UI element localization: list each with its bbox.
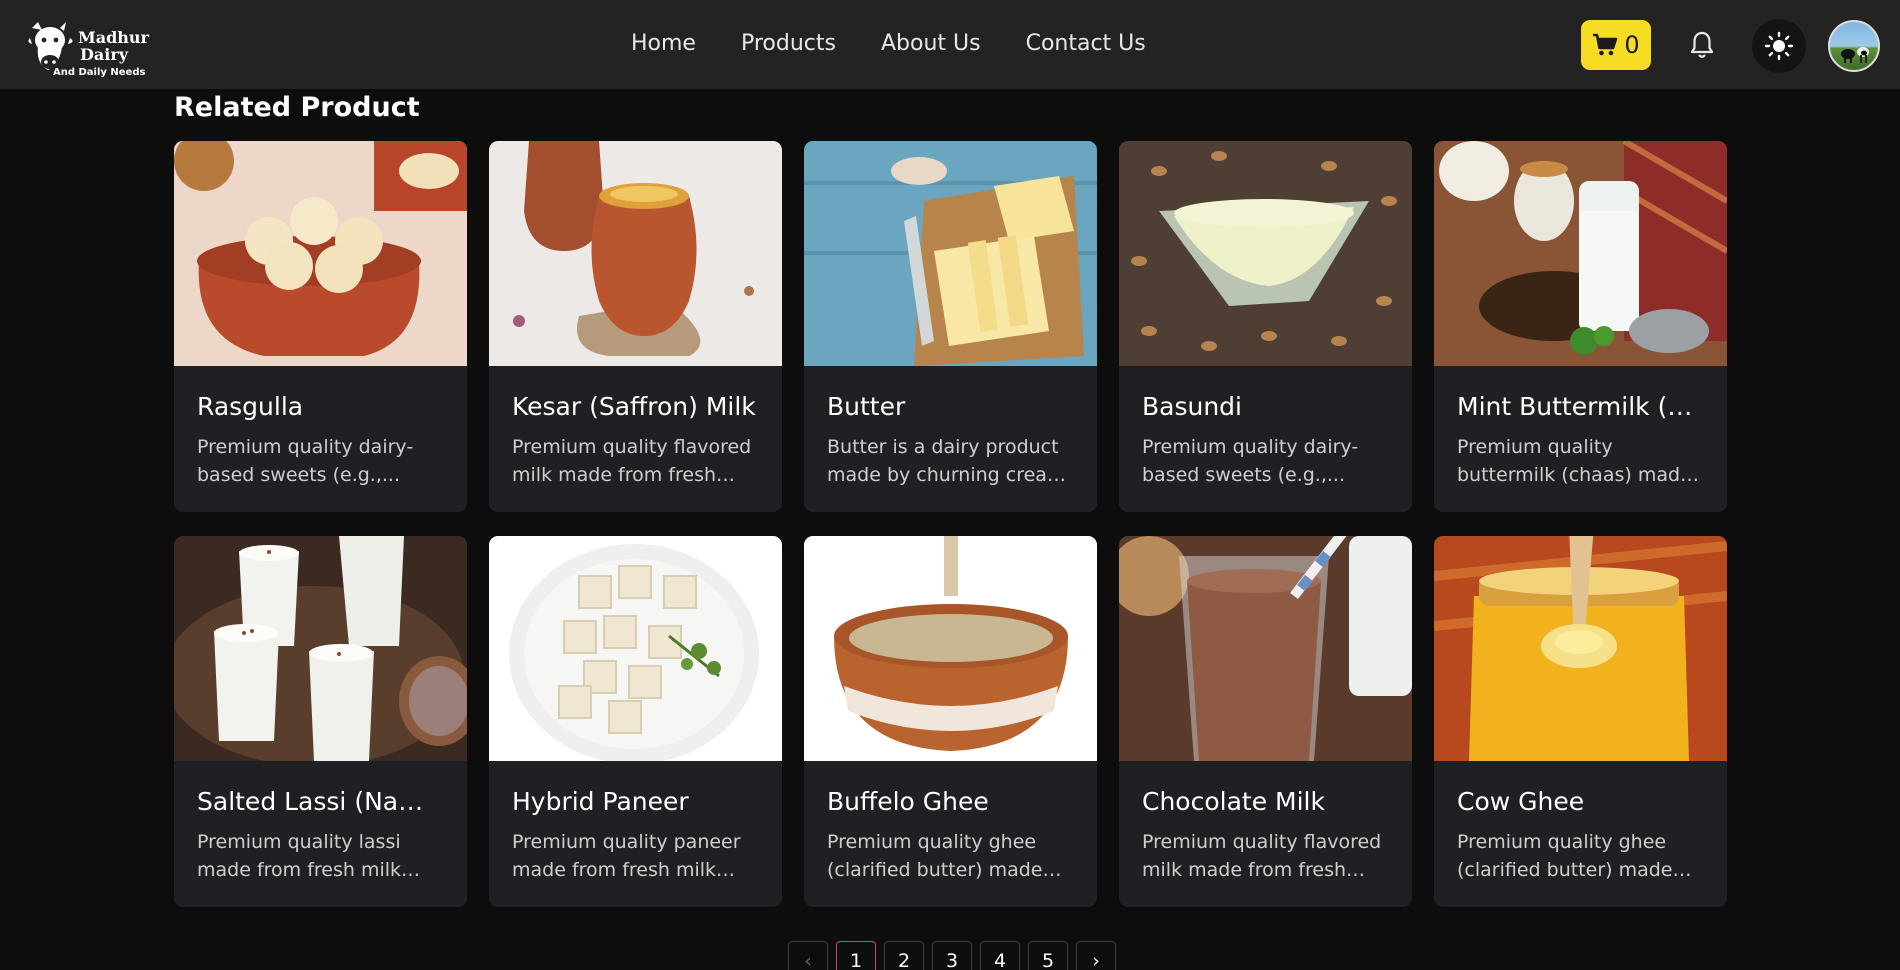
nav-about-us[interactable]: About Us — [881, 30, 981, 58]
brand-tagline: And Daily Needs — [53, 67, 146, 78]
nav-home[interactable]: Home — [631, 30, 696, 58]
product-title: Chocolate Milk — [1142, 787, 1325, 816]
product-card-buffelo-ghee[interactable]: Buffelo Ghee Premium quality ghee (clari… — [804, 536, 1097, 907]
product-title: Butter — [827, 392, 906, 421]
product-description: Premium quality flavored milk made from … — [1142, 831, 1382, 881]
avatar-image — [1841, 47, 1869, 63]
product-description: Premium quality dairy-based sweets (e.g.… — [197, 436, 414, 486]
product-title: Basundi — [1142, 392, 1242, 421]
product-description: Premium quality paneer made from fresh m… — [512, 831, 741, 881]
product-title: Kesar (Saffron) Milk — [512, 392, 756, 421]
nav-contact-us[interactable]: Contact Us — [1026, 30, 1146, 58]
product-card-basundi[interactable]: Basundi Premium quality dairy-based swee… — [1119, 141, 1412, 512]
product-card-salted-lassi[interactable]: Salted Lassi (Namk... Premium quality la… — [174, 536, 467, 907]
product-card-cow-ghee[interactable]: Cow Ghee Premium quality ghee (clarified… — [1434, 536, 1727, 907]
pagination-page-4[interactable]: 4 — [980, 941, 1020, 970]
pagination: ‹ 1 2 3 4 5 › — [788, 941, 1116, 970]
product-card-hybrid-paneer[interactable]: Hybrid Paneer Premium quality paneer mad… — [489, 536, 782, 907]
product-title: Hybrid Paneer — [512, 787, 689, 816]
product-title: Buffelo Ghee — [827, 787, 989, 816]
product-description: Butter is a dairy product made by churni… — [827, 436, 1066, 486]
sun-icon — [1764, 31, 1794, 61]
product-description: Premium quality flavored milk made from … — [512, 436, 752, 486]
product-image — [1434, 141, 1727, 366]
bell-icon — [1690, 31, 1714, 58]
product-description: Premium quality ghee (clarified butter) … — [827, 831, 1043, 881]
section-title: Related Product — [174, 92, 420, 123]
product-title: Mint Buttermilk (Pu... — [1457, 392, 1705, 421]
pagination-page-3[interactable]: 3 — [932, 941, 972, 970]
product-card-mint-buttermilk[interactable]: Mint Buttermilk (Pu... Premium quality b… — [1434, 141, 1727, 512]
pagination-page-2[interactable]: 2 — [884, 941, 924, 970]
pagination-prev-button[interactable]: ‹ — [788, 941, 828, 970]
product-title: Salted Lassi (Namk... — [197, 787, 445, 816]
product-description: Premium quality lassi made from fresh mi… — [197, 831, 402, 881]
user-avatar[interactable] — [1828, 20, 1880, 72]
product-image — [1434, 536, 1727, 761]
product-card-rasgulla[interactable]: Rasgulla Premium quality dairy-based swe… — [174, 141, 467, 512]
cart-icon — [1593, 33, 1618, 56]
brand-name-line1: Madhur — [78, 28, 149, 47]
main-nav: Home Products About Us Contact Us — [631, 30, 1191, 58]
pagination-page-1[interactable]: 1 — [836, 941, 876, 970]
brand-name: Madhur Dairy — [78, 29, 149, 63]
pagination-page-5[interactable]: 5 — [1028, 941, 1068, 970]
product-title: Cow Ghee — [1457, 787, 1585, 816]
product-image — [174, 141, 467, 366]
product-description: Premium quality ghee (clarified butter) … — [1457, 831, 1673, 881]
brand-logo[interactable]: Madhur Dairy And Daily Needs — [26, 12, 150, 80]
product-image — [1119, 141, 1412, 366]
product-image — [174, 536, 467, 761]
cow-logo-icon — [28, 22, 73, 70]
pagination-next-button[interactable]: › — [1076, 941, 1116, 970]
product-image — [804, 536, 1097, 761]
notifications-button[interactable] — [1686, 28, 1718, 62]
product-card-chocolate-milk[interactable]: Chocolate Milk Premium quality flavored … — [1119, 536, 1412, 907]
cart-count: 0 — [1624, 31, 1640, 59]
product-image — [1119, 536, 1412, 761]
product-grid: Rasgulla Premium quality dairy-based swe… — [174, 141, 1727, 907]
product-description: Premium quality dairy-based sweets (e.g.… — [1142, 436, 1359, 486]
product-title: Rasgulla — [197, 392, 304, 421]
brand-name-line2: Dairy — [80, 45, 129, 64]
nav-products[interactable]: Products — [741, 30, 836, 58]
product-image — [489, 141, 782, 366]
product-image — [489, 536, 782, 761]
top-navbar: Madhur Dairy And Daily Needs Home Produc… — [0, 0, 1900, 89]
theme-toggle-button[interactable] — [1752, 19, 1806, 73]
product-description: Premium quality buttermilk (chaas) made … — [1457, 436, 1692, 486]
product-image — [804, 141, 1097, 366]
cart-button[interactable]: 0 — [1581, 20, 1651, 70]
product-card-butter[interactable]: Butter Butter is a dairy product made by… — [804, 141, 1097, 512]
product-card-kesar-milk[interactable]: Kesar (Saffron) Milk Premium quality fla… — [489, 141, 782, 512]
